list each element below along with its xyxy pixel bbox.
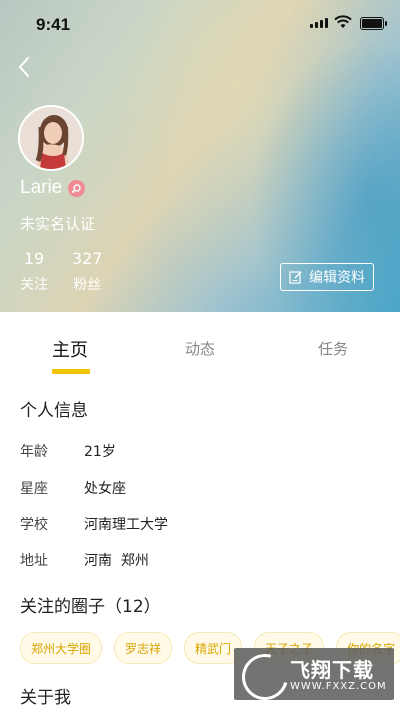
info-row-school: 学校 河南理工大学 — [20, 514, 168, 534]
followers-count: 327 — [72, 249, 103, 268]
avatar[interactable] — [18, 105, 84, 171]
edit-icon — [289, 271, 302, 284]
info-value: 21岁 — [84, 444, 116, 460]
circle-chip[interactable]: 郑州大学圈 — [20, 632, 103, 664]
followers-stat[interactable]: 327 粉丝 — [72, 249, 103, 294]
following-count: 19 — [23, 249, 45, 268]
back-icon[interactable] — [14, 54, 36, 80]
following-stat[interactable]: 19 关注 — [20, 249, 48, 294]
follow-stats: 19 关注 327 粉丝 — [20, 249, 103, 294]
personal-info-title: 个人信息 — [20, 401, 88, 421]
user-name: Larie — [20, 177, 63, 198]
status-bar: 9:41 — [0, 0, 400, 48]
circles-title: 关注的圈子（12） — [20, 597, 161, 617]
signal-icon — [310, 18, 328, 28]
watermark-text: 飞翔下载 — [290, 658, 374, 682]
status-time: 9:41 — [36, 15, 71, 34]
watermark: 飞翔下载 WWW.FXXZ.COM — [234, 648, 394, 700]
avatar-photo — [20, 107, 82, 169]
info-value: 河南 郑州 — [84, 553, 149, 569]
following-label: 关注 — [20, 277, 48, 293]
circle-chip[interactable]: 罗志祥 — [114, 632, 173, 664]
followers-label: 粉丝 — [73, 277, 102, 293]
info-key: 地址 — [20, 553, 48, 569]
edit-profile-label: 编辑资料 — [309, 270, 365, 286]
about-title: 关于我 — [20, 688, 71, 708]
info-row-address: 地址 河南 郑州 — [20, 550, 149, 570]
tab-activity[interactable]: 动态 — [185, 338, 215, 359]
info-key: 星座 — [20, 481, 48, 497]
watermark-url: WWW.FXXZ.COM — [290, 681, 387, 692]
wifi-icon — [334, 15, 352, 28]
tab-tasks[interactable]: 任务 — [318, 338, 348, 359]
info-key: 学校 — [20, 517, 48, 533]
profile-header: 9:41 Larie 未实名认证 19 关注 327 粉丝 编辑资料 — [0, 0, 400, 312]
info-row-age: 年龄 21岁 — [20, 441, 116, 461]
info-value: 河南理工大学 — [84, 517, 168, 533]
battery-icon — [360, 17, 387, 30]
info-key: 年龄 — [20, 444, 48, 460]
name-row: Larie — [20, 177, 86, 199]
profile-tabs: 主页 动态 任务 — [0, 312, 400, 380]
verification-status[interactable]: 未实名认证 — [20, 213, 95, 234]
edit-profile-button[interactable]: 编辑资料 — [280, 263, 374, 291]
watermark-logo-icon — [234, 648, 297, 700]
info-value: 处女座 — [84, 481, 126, 497]
tab-indicator — [52, 369, 90, 374]
female-icon — [68, 179, 86, 197]
tab-home[interactable]: 主页 — [52, 336, 88, 362]
info-row-zodiac: 星座 处女座 — [20, 478, 126, 498]
